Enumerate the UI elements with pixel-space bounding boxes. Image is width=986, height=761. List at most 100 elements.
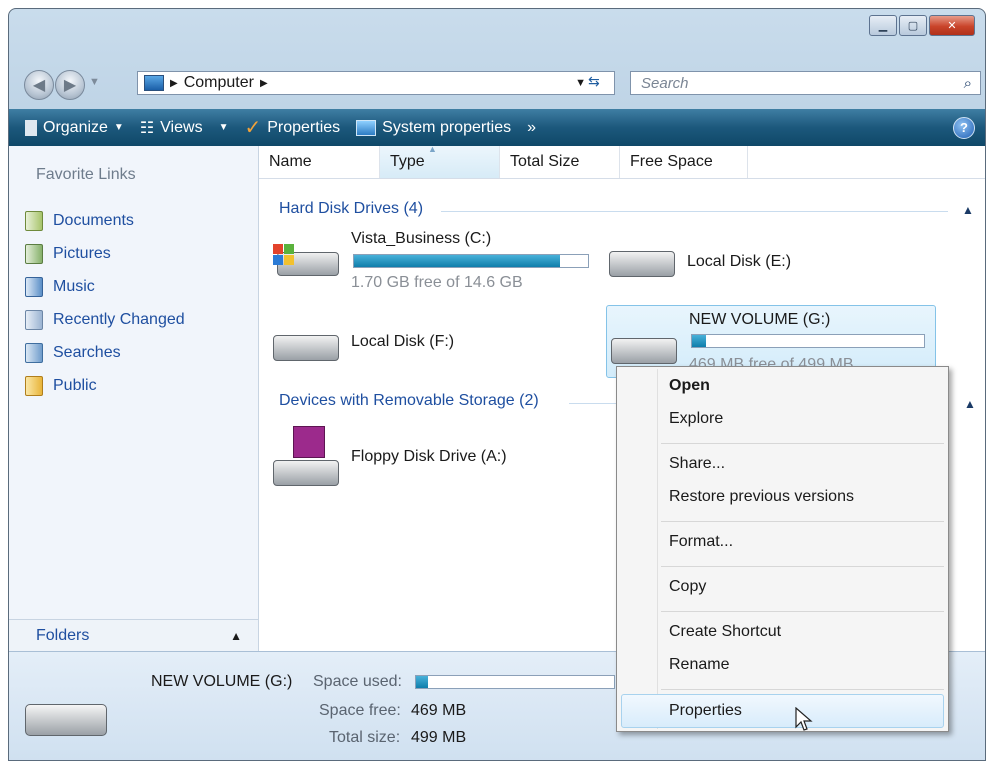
views-icon: ☷ [139,119,155,137]
command-bar: Organize ▼ ☷ Views ▼ ✓ Properties System… [9,109,985,146]
breadcrumb-separator-icon[interactable]: ▶ [260,78,268,89]
favorite-links-title: Favorite Links [36,166,136,183]
search-input[interactable]: Search ⌕ [630,71,981,95]
space-free-label: Space free: [319,702,401,719]
nav-link-label: Music [53,278,95,295]
column-label: Free Space [630,153,713,170]
minimize-button[interactable]: ▁ [869,15,897,36]
checkmark-icon: ✓ [244,117,262,139]
menu-separator [661,611,944,612]
folders-toggle[interactable]: Folders ▲ [9,619,258,651]
drive-free-space: 1.70 GB free of 14.6 GB [351,274,523,291]
collapse-group-icon[interactable]: ▲ [964,397,976,411]
drive-usage-bar [691,334,925,348]
column-header-type[interactable]: Type ▲ [380,144,500,178]
menu-gutter [657,369,658,729]
column-header-free-space[interactable]: Free Space [620,146,748,178]
drive-a[interactable]: Floppy Disk Drive (A:) [271,424,571,490]
chevron-down-icon: ▼ [218,122,229,133]
hard-drive-icon [609,251,675,277]
floppy-drive-icon [273,426,339,486]
breadcrumb-computer[interactable]: Computer [184,74,254,92]
nav-link-public[interactable]: Public [25,376,97,396]
nav-link-label: Documents [53,212,134,229]
drive-f[interactable]: Local Disk (F:) [271,319,571,369]
views-button[interactable]: ☷ Views ▼ [132,118,237,138]
context-menu: Open Explore Share... Restore previous v… [616,366,949,732]
drive-name: NEW VOLUME (G:) [689,311,831,328]
more-commands-button[interactable]: » [519,119,544,137]
space-free-value: 469 MB [411,702,467,719]
menu-item-share[interactable]: Share... [669,455,725,473]
refresh-icon[interactable]: ⇆ [588,73,600,90]
drive-name: Local Disk (E:) [687,253,792,270]
menu-item-rename[interactable]: Rename [669,656,729,674]
collapse-group-icon[interactable]: ▲ [962,203,974,217]
menu-item-copy[interactable]: Copy [669,578,706,596]
nav-link-searches[interactable]: Searches [25,343,121,363]
drive-e[interactable]: Local Disk (E:) [607,241,857,285]
nav-link-label: Searches [53,344,121,361]
help-icon[interactable]: ? [953,116,975,139]
history-dropdown-icon[interactable]: ▼ [89,76,100,88]
organize-icon [25,119,37,136]
navigation-pane: Favorite Links Documents Pictures Music … [9,146,259,651]
overflow-icon: » [527,118,536,136]
forward-button[interactable]: ▶ [55,70,85,100]
menu-item-explore[interactable]: Explore [669,410,723,428]
menu-item-properties[interactable]: Properties [669,702,742,720]
menu-separator [661,566,944,567]
group-divider [441,211,948,212]
column-headers: Name Type ▲ Total Size Free Space [259,144,985,179]
group-header-removable-storage[interactable]: Devices with Removable Storage (2) [279,392,539,410]
back-button[interactable]: ◀ [24,70,54,100]
column-header-name[interactable]: Name [259,146,380,178]
sort-ascending-icon: ▲ [428,144,437,154]
organize-button[interactable]: Organize ▼ [17,119,132,137]
menu-item-create-shortcut[interactable]: Create Shortcut [669,623,781,641]
menu-separator [661,521,944,522]
address-row: ◀ ▶ ▼ ▶ Computer ▶ ▼ ⇆ Search ⌕ [9,64,985,100]
drive-name: Vista_Business (C:) [351,230,492,247]
properties-button[interactable]: ✓ Properties [236,115,348,140]
search-icon[interactable]: ⌕ [964,75,972,92]
computer-icon [144,75,164,91]
menu-separator [661,689,944,690]
address-dropdown-icon[interactable]: ▼ [575,77,586,89]
menu-item-format[interactable]: Format... [669,533,733,551]
recently-changed-icon [25,310,43,330]
nav-link-recently-changed[interactable]: Recently Changed [25,310,185,330]
organize-label: Organize [43,118,108,136]
system-properties-label: System properties [382,118,512,136]
total-size-label: Total size: [329,729,401,746]
column-label: Name [269,153,312,170]
nav-link-documents[interactable]: Documents [25,211,134,231]
mouse-cursor-icon [795,707,813,731]
caption-buttons: ▁ ▢ ✕ [869,15,975,36]
drive-usage-fill [692,335,706,347]
details-name: NEW VOLUME (G:) [151,673,293,690]
column-header-total-size[interactable]: Total Size [500,146,620,178]
hard-drive-icon [611,338,677,364]
system-properties-button[interactable]: System properties [348,119,519,137]
breadcrumb-separator-icon: ▶ [170,77,178,89]
close-button[interactable]: ✕ [929,15,975,36]
title-bar: ▁ ▢ ✕ [9,9,985,64]
music-icon [25,277,43,297]
pictures-icon [25,244,43,264]
column-label: Total Size [510,153,580,170]
column-label: Type [390,153,425,170]
drive-c[interactable]: Vista_Business (C:) 1.70 GB free of 14.6… [271,230,601,296]
forward-arrow-icon: ▶ [63,77,77,94]
help-label: ? [960,120,968,135]
maximize-button[interactable]: ▢ [899,15,927,36]
public-folder-icon [25,376,43,396]
windows-drive-icon [273,244,339,276]
group-header-hard-disk-drives[interactable]: Hard Disk Drives (4) [279,200,423,218]
address-bar[interactable]: ▶ Computer ▶ ▼ [137,71,615,95]
menu-item-open[interactable]: Open [669,377,710,395]
menu-item-restore-previous-versions[interactable]: Restore previous versions [669,488,854,506]
nav-link-music[interactable]: Music [25,277,95,297]
nav-link-pictures[interactable]: Pictures [25,244,111,264]
documents-icon [25,211,43,231]
